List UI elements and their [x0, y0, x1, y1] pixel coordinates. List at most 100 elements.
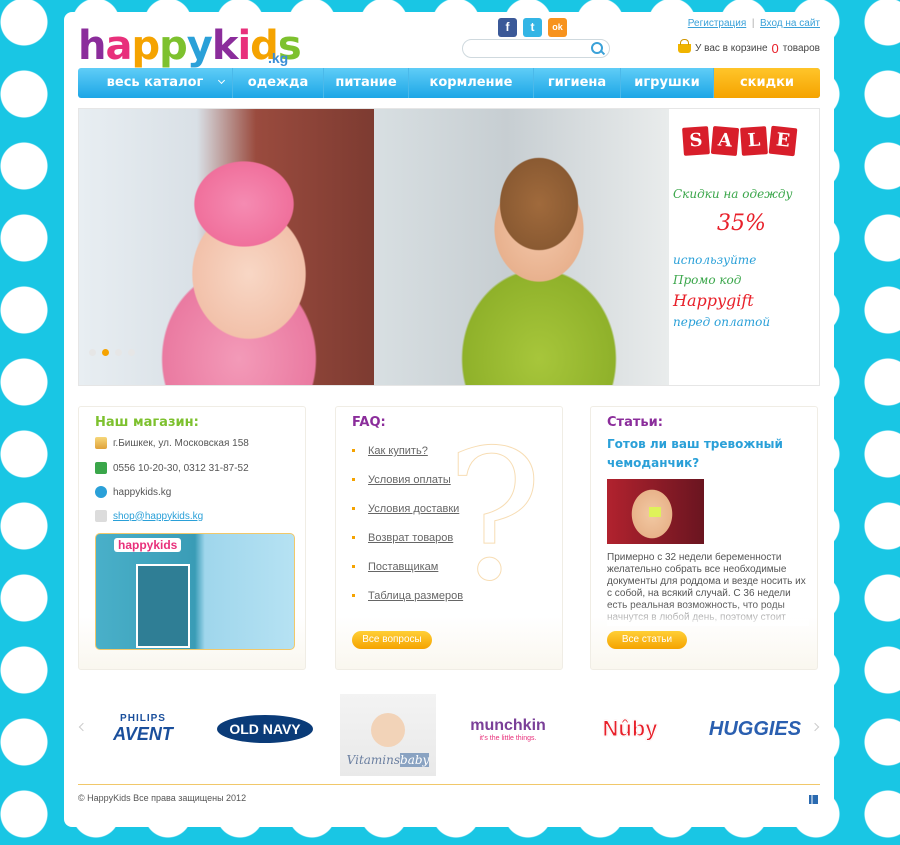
brand-nuby[interactable]: Nûby	[590, 694, 670, 764]
brand-oldnavy-text: OLD NAVY	[217, 715, 313, 743]
brand-vitamins-b: baby	[400, 753, 430, 767]
slider-dot[interactable]	[128, 349, 135, 356]
nav-item-feeding[interactable]: кормление	[409, 68, 534, 98]
mail-icon	[95, 510, 107, 522]
cart-count: 0	[771, 41, 779, 56]
store-address: г.Бишкек, ул. Московская 158	[95, 437, 249, 449]
promo-discount: 35%	[717, 211, 766, 236]
twitter-icon[interactable]: t	[523, 18, 542, 37]
copyright-text: © HappyKids Все права защищены 2012	[78, 793, 247, 803]
all-questions-button[interactable]: Все вопросы	[352, 631, 432, 649]
search-icon[interactable]	[591, 42, 603, 54]
brand-vitamins-baby[interactable]: Vitaminsbaby	[340, 694, 436, 776]
nav-label: скидки	[739, 75, 795, 90]
faq-item: Условия доставки	[352, 503, 463, 532]
map-icon	[95, 437, 107, 449]
nav-item-food[interactable]: питание	[324, 68, 409, 98]
promo-line-1: Скидки на одежду	[673, 187, 793, 201]
brand-vitamins-a: Vitamins	[346, 753, 401, 767]
slider-dot[interactable]	[115, 349, 122, 356]
faq-link-sizes[interactable]: Таблица размеров	[368, 590, 463, 602]
faq-item: Возврат товаров	[352, 532, 463, 561]
register-link[interactable]: Регистрация	[688, 18, 746, 29]
sale-letter: E	[768, 125, 798, 157]
odnoklassniki-icon[interactable]: ok	[548, 18, 567, 37]
slider-dots	[89, 349, 135, 356]
carousel-prev-arrow[interactable]	[78, 722, 88, 732]
store-skype: happykids.kg	[95, 486, 171, 498]
brand-philips-bottom: AVENT	[113, 724, 173, 744]
baby-face-icon	[371, 713, 405, 747]
site-logo[interactable]: happykids .kg	[78, 22, 302, 70]
main-nav: весь каталог одежда питание кормление ги…	[78, 68, 820, 98]
nav-item-sale[interactable]: скидки	[714, 68, 820, 98]
brand-munchkin[interactable]: munchkin it's the little things.	[462, 694, 554, 764]
faq-link-returns[interactable]: Возврат товаров	[368, 532, 453, 544]
sale-letter: L	[740, 126, 768, 156]
basket-icon	[678, 39, 692, 53]
faq-item: Как купить?	[352, 445, 463, 474]
faq-link-delivery[interactable]: Условия доставки	[368, 503, 459, 515]
skype-icon	[95, 486, 107, 498]
nav-label: питание	[335, 75, 397, 90]
promo-line-4: Промо код	[673, 273, 742, 287]
brand-old-navy[interactable]: OLD NAVY	[216, 694, 314, 764]
nav-label: весь каталог	[106, 75, 204, 90]
store-skype-text: happykids.kg	[113, 486, 172, 498]
promo-code: Happygift	[673, 291, 754, 310]
slider-dot-active[interactable]	[102, 349, 109, 356]
auth-links: Регистрация | Вход на сайт	[688, 18, 820, 29]
banner-promo-text: S A L E Скидки на одежду 35% используйте…	[669, 109, 819, 385]
articles-panel: Статьи: Готов ли ваш тревожный чемоданчи…	[590, 406, 818, 670]
banner-photo-girl	[79, 109, 374, 385]
sale-letter: S	[682, 126, 710, 156]
store-photo-door	[136, 564, 190, 648]
store-phones: 0556 10-20-30, 0312 31-87-52	[95, 462, 249, 474]
nav-label: гигиена	[547, 75, 607, 90]
brand-huggies[interactable]: HUGGIES	[708, 694, 802, 764]
all-articles-button[interactable]: Все статьи	[607, 631, 687, 649]
counter-icon[interactable]	[809, 795, 818, 804]
faq-list: Как купить? Условия оплаты Условия доста…	[352, 445, 463, 619]
store-photo[interactable]: happykids	[95, 533, 295, 650]
store-address-text: г.Бишкек, ул. Московская 158	[113, 437, 249, 449]
nav-label: одежда	[247, 75, 309, 90]
search-input[interactable]	[471, 40, 595, 57]
article-headline[interactable]: Готов ли ваш тревожный чемоданчик?	[607, 435, 807, 473]
brand-munchkin-text: munchkin	[470, 716, 546, 734]
store-phones-text: 0556 10-20-30, 0312 31-87-52	[113, 462, 249, 474]
promo-slider[interactable]: S A L E Скидки на одежду 35% используйте…	[78, 108, 820, 386]
logo-suffix: .kg	[268, 50, 289, 66]
store-email-link[interactable]: shop@happykids.kg	[113, 511, 203, 522]
store-info-panel: Наш магазин: г.Бишкек, ул. Московская 15…	[78, 406, 306, 670]
article-excerpt: Примерно с 32 недели беременности желате…	[607, 552, 809, 626]
banner-photo-boy	[374, 109, 669, 385]
store-title: Наш магазин:	[95, 415, 199, 430]
nav-item-hygiene[interactable]: гигиена	[534, 68, 621, 98]
nav-item-toys[interactable]: игрушки	[621, 68, 714, 98]
promo-line-6: перед оплатой	[673, 315, 771, 329]
store-email: shop@happykids.kg	[95, 510, 203, 522]
article-thumbnail[interactable]	[607, 479, 704, 544]
faq-link-payment[interactable]: Условия оплаты	[368, 474, 451, 486]
nav-label: игрушки	[634, 75, 700, 90]
footer: © HappyKids Все права защищены 2012	[78, 784, 820, 804]
faq-link-how-to-buy[interactable]: Как купить?	[368, 445, 428, 457]
carousel-next-arrow[interactable]	[810, 722, 820, 732]
promo-line-3: используйте	[673, 253, 757, 267]
faq-item: Поставщикам	[352, 561, 463, 590]
faq-link-suppliers[interactable]: Поставщикам	[368, 561, 438, 573]
brand-philips-avent[interactable]: PHILIPS AVENT	[106, 694, 180, 764]
nav-item-clothing[interactable]: одежда	[233, 68, 324, 98]
brand-munchkin-tag: it's the little things.	[479, 734, 537, 742]
cart-suffix: товаров	[782, 43, 820, 54]
cart-summary[interactable]: У вас в корзине 0 товаров	[678, 39, 820, 56]
nav-item-catalog[interactable]: весь каталог	[78, 68, 233, 98]
facebook-icon[interactable]: f	[498, 18, 517, 37]
store-photo-label: happykids	[114, 538, 182, 552]
cart-prefix: У вас в корзине	[695, 43, 768, 54]
slider-dot[interactable]	[89, 349, 96, 356]
login-link[interactable]: Вход на сайт	[760, 18, 820, 29]
articles-title: Статьи:	[607, 415, 663, 430]
auth-divider: |	[751, 18, 755, 29]
